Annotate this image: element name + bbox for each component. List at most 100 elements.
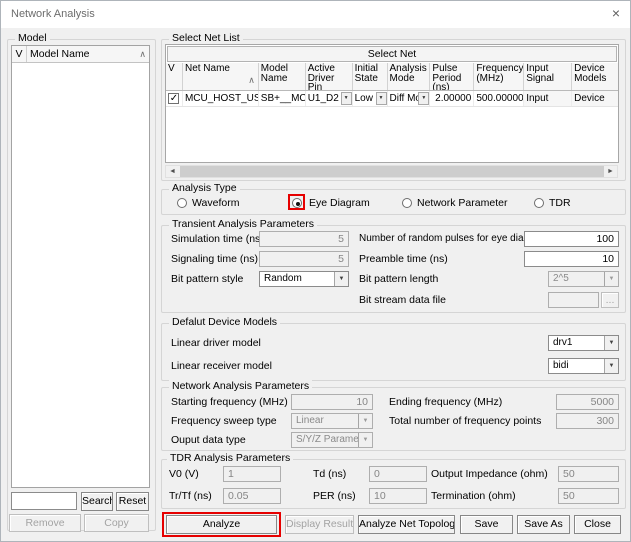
active-driver-pin-cell[interactable]: U1_D2 ▼ — [306, 91, 353, 106]
radio-tdr-label[interactable]: TDR — [549, 197, 571, 209]
horizontal-scrollbar[interactable]: ◄ ► — [165, 165, 618, 178]
net-row-check-cell: ✓ — [166, 91, 183, 106]
device-models-cell[interactable]: Device — [572, 91, 618, 106]
model-check-column-header[interactable]: V — [12, 46, 27, 62]
radio-waveform-label[interactable]: Waveform — [192, 197, 239, 209]
chevron-down-icon[interactable]: ▼ — [418, 92, 429, 105]
chevron-down-icon[interactable]: ▼ — [376, 92, 387, 105]
col-model-name[interactable]: Model Name — [259, 63, 306, 90]
linear-receiver-model-combo[interactable]: bidi ▼ — [548, 358, 619, 374]
preamble-time-field[interactable]: 10 — [524, 251, 619, 267]
pulses-label: Number of random pulses for eye diagram — [359, 233, 546, 244]
td-field: 0 — [369, 466, 427, 482]
sort-ascending-icon[interactable]: ∧ — [139, 46, 146, 62]
chevron-down-icon[interactable]: ▼ — [334, 272, 348, 286]
ending-frequency-label: Ending frequency (MHz) — [389, 396, 502, 408]
col-pulse-period[interactable]: Pulse Period (ns) — [430, 63, 474, 90]
radio-eye-diagram-label[interactable]: Eye Diagram — [309, 197, 370, 209]
model-search-input[interactable] — [11, 492, 77, 510]
col-input-signal[interactable]: Input Signal — [524, 63, 572, 90]
model-table[interactable]: V Model Name ∧ — [11, 45, 150, 488]
linear-receiver-model-label: Linear receiver model — [171, 360, 272, 372]
linear-driver-model-combo[interactable]: drv1 ▼ — [548, 335, 619, 351]
search-button[interactable]: Search — [81, 492, 113, 511]
radio-tdr[interactable] — [534, 198, 544, 208]
close-icon[interactable]: × — [612, 6, 620, 20]
v0-field: 1 — [223, 466, 281, 482]
analyze-highlight-box — [162, 512, 281, 537]
copy-button: Copy — [84, 514, 149, 532]
scroll-right-icon[interactable]: ► — [604, 166, 617, 177]
net-table-header[interactable]: V Net Name ∧ Model Name Active Driver Pi… — [166, 63, 618, 91]
bit-pattern-style-combo[interactable]: Random ▼ — [259, 271, 349, 287]
save-as-button[interactable]: Save As — [517, 515, 570, 534]
v0-label: V0 (V) — [169, 468, 199, 480]
frequency-sweep-type-combo: Linear ▼ — [291, 413, 373, 429]
bit-stream-label: Bit stream data file — [359, 294, 446, 306]
radio-waveform[interactable] — [177, 198, 187, 208]
output-data-type-combo: S/Y/Z Parameter ▼ — [291, 432, 373, 448]
col-initial-state[interactable]: Initial State — [353, 63, 388, 90]
reset-button[interactable]: Reset — [116, 492, 149, 511]
initial-state-cell[interactable]: Low ▼ — [353, 91, 388, 106]
radio-eye-diagram[interactable] — [292, 198, 302, 208]
scroll-left-icon[interactable]: ◄ — [166, 166, 179, 177]
window-title: Network Analysis — [11, 8, 95, 20]
select-net-header-button[interactable]: Select Net — [167, 46, 617, 62]
radio-network-parameter[interactable] — [402, 198, 412, 208]
save-button[interactable]: Save — [460, 515, 513, 534]
sort-ascending-icon[interactable]: ∧ — [248, 76, 255, 86]
col-check[interactable]: V — [166, 63, 183, 90]
scrollbar-thumb[interactable] — [180, 166, 604, 177]
chevron-down-icon[interactable]: ▼ — [341, 92, 352, 105]
net-name-cell[interactable]: MCU_HOST_USB+ — [183, 91, 259, 106]
signaling-time-label: Signaling time (ns) — [171, 253, 258, 265]
simulation-time-field: 5 — [259, 231, 349, 247]
close-button[interactable]: Close — [574, 515, 621, 534]
pulses-field[interactable]: 100 — [524, 231, 619, 247]
model-name-cell[interactable]: SB+__MCU — [259, 91, 306, 106]
chevron-down-icon[interactable]: ▼ — [604, 336, 618, 350]
radio-network-parameter-label[interactable]: Network Parameter — [417, 197, 507, 209]
bit-pattern-style-label: Bit pattern style — [171, 273, 243, 285]
title-bar: Network Analysis × — [1, 1, 630, 28]
analysis-type-label: Analysis Type — [169, 182, 240, 194]
bit-stream-field — [548, 292, 599, 308]
analysis-mode-cell[interactable]: Diff Mo ▼ — [388, 91, 431, 106]
input-signal-cell[interactable]: Input — [524, 91, 572, 106]
per-field: 10 — [369, 488, 427, 504]
chevron-down-icon: ▼ — [604, 272, 618, 286]
frequency-cell[interactable]: 500.00000 — [474, 91, 524, 106]
frequency-points-label: Total number of frequency points — [389, 415, 541, 427]
bit-pattern-length-combo: 2^5 ▼ — [548, 271, 619, 287]
col-frequency[interactable]: Frequency (MHz) — [474, 63, 524, 90]
col-net-name[interactable]: Net Name ∧ — [183, 63, 259, 90]
output-impedance-label: Output Impedance (ohm) — [431, 468, 548, 480]
preamble-time-label: Preamble time (ns) — [359, 253, 448, 265]
ending-frequency-field: 5000 — [556, 394, 619, 410]
pulse-period-cell[interactable]: 2.00000 — [430, 91, 474, 106]
simulation-time-label: Simulation time (ns) — [171, 233, 264, 245]
net-table-row[interactable]: ✓ MCU_HOST_USB+ SB+__MCU U1_D2 ▼ Low ▼ D… — [166, 91, 618, 107]
model-table-header[interactable]: V Model Name ∧ — [12, 46, 149, 63]
display-result-button: Display Result — [285, 515, 354, 534]
termination-label: Termination (ohm) — [431, 490, 516, 502]
col-device-models[interactable]: Device Models — [572, 63, 618, 90]
transient-group-label: Transient Analysis Parameters — [169, 218, 317, 230]
analyze-net-topology-button[interactable]: Analyze Net Topology — [358, 515, 455, 534]
chevron-down-icon: ▼ — [358, 414, 372, 428]
col-active-driver-pin[interactable]: Active Driver Pin — [306, 63, 353, 90]
frequency-points-field: 300 — [556, 413, 619, 429]
chevron-down-icon[interactable]: ▼ — [604, 359, 618, 373]
linear-driver-model-label: Linear driver model — [171, 337, 261, 349]
net-table[interactable]: Select Net V Net Name ∧ Model Name Activ… — [165, 44, 619, 163]
frequency-sweep-type-label: Frequency sweep type — [171, 415, 277, 427]
starting-frequency-field: 10 — [291, 394, 373, 410]
net-row-checkbox[interactable]: ✓ — [168, 93, 179, 104]
per-label: PER (ns) — [313, 490, 356, 502]
tdr-group-label: TDR Analysis Parameters — [167, 452, 293, 464]
model-group-label: Model — [15, 32, 50, 44]
bit-pattern-length-label: Bit pattern length — [359, 273, 438, 285]
model-name-column-header[interactable]: Model Name ∧ — [27, 46, 149, 62]
col-analysis-mode[interactable]: Analysis Mode — [388, 63, 431, 90]
